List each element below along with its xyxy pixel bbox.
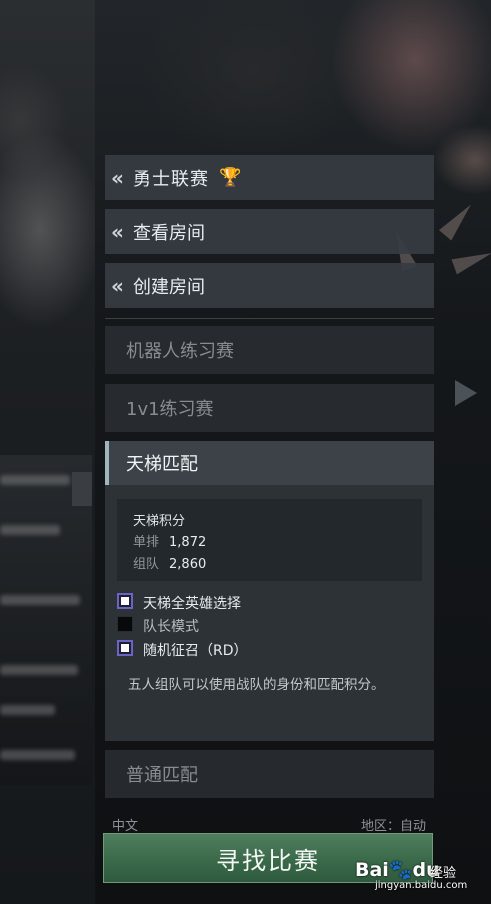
view-rooms-button[interactable]: « 查看房间	[105, 209, 434, 254]
random-draft-checkbox[interactable]	[117, 640, 133, 656]
chevron-left-icon: «	[111, 165, 124, 190]
ranked-score-box: 天梯积分 单排 1,872 组队 2,860	[117, 499, 422, 581]
blurred-line	[0, 525, 60, 535]
all-pick-checkbox[interactable]	[117, 593, 133, 609]
create-room-button[interactable]: « 创建房间	[105, 263, 434, 308]
blurred-line	[0, 750, 75, 760]
paw-icon: 🐾	[388, 859, 413, 881]
captains-mode-label: 队长模式	[143, 619, 199, 635]
ranked-description: 五人组队可以使用战队的身份和匹配积分。	[128, 677, 385, 693]
solo-label: 单排	[133, 535, 160, 550]
party-value: 2,860	[169, 557, 207, 572]
watermark-url: jingyan.baidu.com	[375, 880, 468, 891]
league-button[interactable]: « 勇士联赛 🏆	[105, 155, 434, 200]
watermark-text: 经验	[430, 866, 457, 881]
baidu-watermark-logo: Bai🐾du	[355, 858, 440, 881]
view-rooms-label: 查看房间	[133, 222, 205, 244]
random-draft-label: 随机征召（RD）	[143, 643, 248, 659]
party-label: 组队	[133, 557, 160, 572]
play-arrow-icon[interactable]	[455, 380, 477, 406]
blurred-line	[0, 595, 80, 605]
blurred-line	[0, 475, 70, 485]
captains-mode-checkbox[interactable]	[117, 616, 133, 632]
ranked-match-tab[interactable]: 天梯匹配	[105, 441, 434, 485]
1v1-practice-option[interactable]: 1v1练习赛	[105, 384, 434, 432]
find-match-label: 寻找比赛	[216, 846, 320, 875]
trophy-icon: 🏆	[219, 167, 242, 188]
normal-match-label: 普通匹配	[126, 765, 198, 786]
1v1-practice-label: 1v1练习赛	[126, 399, 214, 420]
watermark-logo-a: Bai	[355, 859, 389, 881]
ranked-match-label: 天梯匹配	[126, 454, 198, 475]
all-pick-label: 天梯全英雄选择	[143, 596, 241, 612]
chevron-left-icon: «	[111, 273, 124, 298]
solo-score-row: 单排 1,872	[133, 531, 206, 550]
blurred-line	[0, 705, 55, 715]
party-score-row: 组队 2,860	[133, 553, 206, 572]
menu-divider	[105, 318, 434, 319]
create-room-label: 创建房间	[133, 276, 205, 298]
blurred-line	[0, 665, 78, 675]
solo-value: 1,872	[169, 535, 207, 550]
normal-match-option[interactable]: 普通匹配	[105, 750, 434, 798]
score-title: 天梯积分	[133, 514, 186, 529]
language-selector[interactable]: 中文	[112, 815, 138, 834]
hero-spike	[439, 199, 477, 241]
hero-spike	[451, 245, 491, 275]
bot-practice-option[interactable]: 机器人练习赛	[105, 326, 434, 374]
left-panel-tab[interactable]	[72, 472, 92, 506]
league-label: 勇士联赛	[133, 168, 209, 190]
chevron-left-icon: «	[111, 219, 124, 244]
bot-practice-label: 机器人练习赛	[126, 341, 234, 362]
region-selector[interactable]: 地区：自动	[361, 815, 426, 834]
